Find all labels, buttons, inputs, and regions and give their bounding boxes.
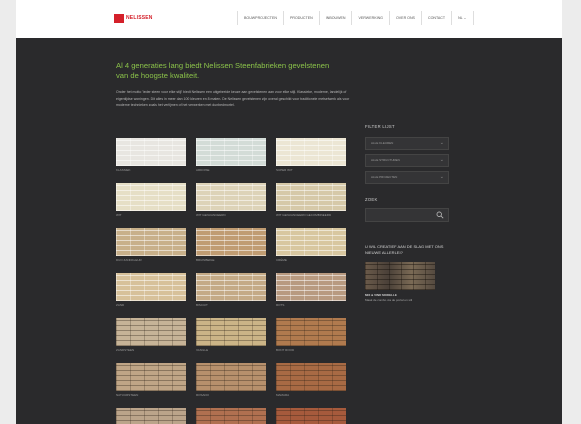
main-nav: Bouwprojecten Producten Inbouwen Verwerk… [237,11,474,25]
product-tile-label[interactable]: Bont Rood [276,348,346,352]
product-tile-label[interactable]: Ardoise [196,168,266,172]
nav-item-bouwprojecten[interactable]: Bouwprojecten [237,11,283,25]
nav-item-contact[interactable]: Contact [420,11,451,25]
promo-caption[interactable]: Mix & Vind Modelle [365,293,449,297]
filter-label: Alle kleuren [371,141,394,145]
product-tile-label[interactable]: Vanille [196,348,266,352]
search-box [365,208,449,222]
brick-swatch[interactable] [196,318,266,346]
brick-swatch[interactable] [196,273,266,301]
brick-swatch[interactable] [116,183,186,211]
brand-logo[interactable]: NELISSEN [114,14,160,23]
product-tile[interactable]: Super Wit [276,138,346,173]
logo-mark-icon [114,14,124,23]
product-tile[interactable]: Zandsteen [116,318,186,353]
page-headline: Al 4 generaties lang biedt Nelissen Stee… [116,61,330,80]
product-tile-label[interactable]: Rots [276,303,346,307]
brick-swatch[interactable] [276,183,346,211]
brick-swatch[interactable] [276,408,346,424]
promo-title: U wil creatief aan de slag met ons nieuw… [365,244,444,255]
filter-kleuren[interactable]: Alle kleuren ⌄ [365,137,449,150]
product-tile[interactable]: Rots [276,273,346,308]
product-tile-label[interactable]: Natuursteen [116,393,186,397]
product-tile-label[interactable]: Wit Genuanceerd Gecombineerd [276,213,346,217]
filter-projecten[interactable]: Alle projecten ⌄ [365,171,449,184]
product-tile[interactable]: Vanille [196,318,266,353]
product-tile[interactable]: Mamara [276,363,346,398]
brick-swatch[interactable] [116,138,186,166]
product-tile-label[interactable]: Super Wit [276,168,346,172]
product-tile[interactable]: Crème [276,228,346,263]
product-tile[interactable]: Wit Genuanceerd [196,183,266,218]
product-tile[interactable] [196,408,266,424]
product-tile-label[interactable]: Bruinbeige [196,258,266,262]
product-tile-label[interactable]: Wit Genuanceerd [196,213,266,217]
nav-item-inbouwen[interactable]: Inbouwen [318,11,352,25]
product-tile[interactable]: Natuursteen [116,363,186,398]
brick-swatch[interactable] [116,363,186,391]
product-tile[interactable] [276,408,346,424]
product-tile[interactable] [116,408,186,424]
product-tile[interactable]: Wit [116,183,186,218]
product-tile-label[interactable]: Klassiek [116,168,186,172]
sidebar: Filter lijst Alle kleuren ⌄ Alle structu… [365,124,449,302]
product-tile[interactable]: Klassiek [116,138,186,173]
product-grid: Klassiek Ardoise Super Wit Wit Wit Genuancee… [116,138,350,424]
product-tile[interactable]: Duo Zandkleur [116,228,186,263]
product-tile-label[interactable]: Duo Zandkleur [116,258,186,262]
brick-swatch[interactable] [116,273,186,301]
promo-image[interactable] [365,262,435,290]
search-title: Zoek [365,197,378,202]
brick-swatch[interactable] [116,408,186,424]
product-tile[interactable]: Zand [116,273,186,308]
chevron-down-icon: ⌄ [439,174,444,180]
brick-swatch[interactable] [196,363,266,391]
search-icon[interactable] [436,211,444,219]
brick-swatch[interactable] [116,318,186,346]
brick-swatch[interactable] [116,228,186,256]
chevron-down-icon: ⌄ [439,140,444,146]
brick-swatch[interactable] [276,363,346,391]
product-tile[interactable]: Biscuit [196,273,266,308]
brick-swatch[interactable] [196,183,266,211]
nav-item-over-ons[interactable]: Over ons [388,11,421,25]
brick-swatch[interactable] [196,408,266,424]
filter-label: Alle projecten [371,175,398,179]
intro-text: Onder het motto 'ieder steen voor elke s… [116,90,350,107]
product-tile-label[interactable]: Biscuit [196,303,266,307]
logo-text: NELISSEN [126,15,153,21]
filter-label: Alle structuren [371,158,400,162]
nav-item-producten[interactable]: Producten [282,11,319,25]
product-tile-label[interactable]: Zandsteen [116,348,186,352]
promo-subtext: Maak de combo via de portal en stil [365,298,413,302]
product-tile[interactable]: Bont Rood [276,318,346,353]
brick-swatch[interactable] [196,228,266,256]
brick-swatch[interactable] [276,138,346,166]
product-tile[interactable]: Ardoise [196,138,266,173]
brick-swatch[interactable] [276,228,346,256]
page: NELISSEN Bouwprojecten Producten Inbouwe… [16,0,562,424]
brick-swatch[interactable] [276,273,346,301]
language-selector[interactable]: NL ⌄ [451,11,474,25]
nav-item-verwerking[interactable]: Verwerking [351,11,389,25]
search-input[interactable] [369,211,437,219]
product-tile[interactable]: Wit Genuanceerd Gecombineerd [276,183,346,218]
product-tile-label[interactable]: Wit [116,213,186,217]
brick-swatch[interactable] [276,318,346,346]
filter-title: Filter lijst [365,124,395,129]
product-tile[interactable]: Bruinbeige [196,228,266,263]
product-tile-label[interactable]: Zand [116,303,186,307]
product-tile-label[interactable]: Mamara [276,393,346,397]
brick-swatch[interactable] [196,138,266,166]
product-tile-label[interactable]: Rosado [196,393,266,397]
chevron-down-icon: ⌄ [439,157,444,163]
product-tile[interactable]: Rosado [196,363,266,398]
filter-structuren[interactable]: Alle structuren ⌄ [365,154,449,167]
site-header: NELISSEN Bouwprojecten Producten Inbouwe… [16,0,562,38]
product-tile-label[interactable]: Crème [276,258,346,262]
